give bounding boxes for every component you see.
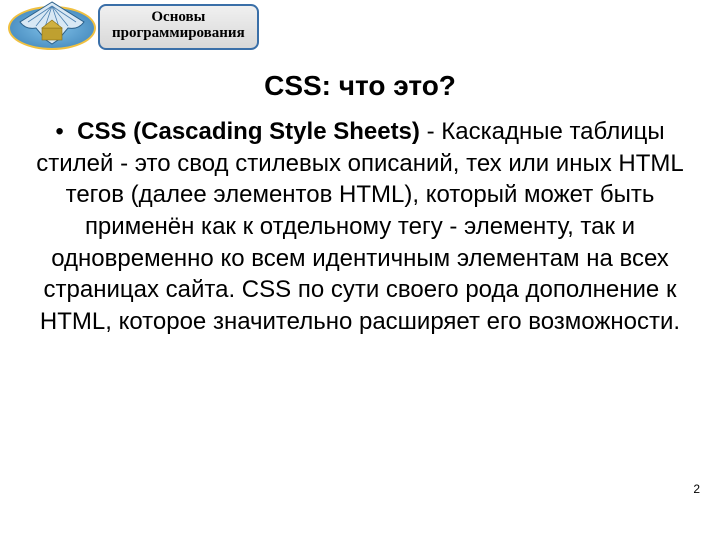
slide-title: CSS: что это?	[0, 70, 720, 102]
badge-line1: Основы	[151, 9, 205, 25]
eagle-icon	[16, 0, 88, 50]
badge-line2: программирования	[112, 25, 245, 41]
page-number: 2	[693, 482, 700, 496]
emblem-logo	[8, 4, 96, 54]
body-text: - Каскадные таблицы стилей - это свод ст…	[36, 118, 683, 335]
body-paragraph: • CSS (Cascading Style Sheets) - Каскадн…	[18, 116, 702, 338]
header-area: Основы программирования	[0, 0, 720, 60]
course-badge: Основы программирования	[98, 4, 259, 50]
bullet-marker: •	[55, 118, 63, 145]
bold-lead: CSS (Cascading Style Sheets)	[77, 118, 420, 145]
